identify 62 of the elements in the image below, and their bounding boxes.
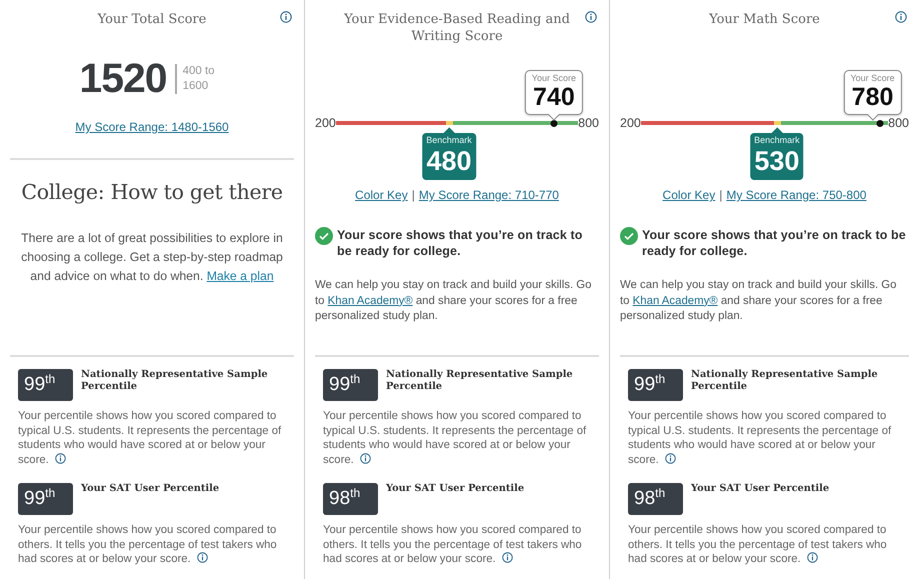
score-range-link[interactable]: My Score Range: 710-770 <box>418 188 559 202</box>
percentile-description: Your percentile shows how you scored compared to others. It tells you the percentage of test takers who had scores at or below your score. <box>323 523 583 566</box>
percentile-title: Your SAT User Percentile <box>81 483 220 496</box>
info-icon[interactable] <box>585 11 597 23</box>
study-paragraph: We can help you stay on track and build your skills. Go to Khan Academy® and share your scores for a free personalized study plan. <box>315 278 592 324</box>
section-title: Your Evidence-Based Reading and Writing Score <box>343 11 571 45</box>
color-key-link[interactable]: Color Key <box>355 188 408 202</box>
make-plan-link[interactable]: Make a plan <box>206 268 274 283</box>
khan-academy-link[interactable]: Khan Academy® <box>632 294 718 306</box>
benchmark-label: Benchmark <box>426 135 472 146</box>
info-icon[interactable] <box>502 552 513 563</box>
info-icon[interactable] <box>54 452 66 464</box>
benchmark-label: Benchmark <box>754 135 800 146</box>
percentile-description: Your percentile shows how you scored compared to typical U.S. students. It represents the percentage of students who would have scored at or below your score. <box>628 409 892 467</box>
percentile-title: Your SAT User Percentile <box>386 483 524 496</box>
section-title: Your Math Score <box>708 11 821 28</box>
benchmark-value: 480 <box>426 146 472 178</box>
percentile-title: Nationally Representative Sample Percentile <box>386 369 574 394</box>
score-range-link[interactable]: My Score Range: 1480-1560 <box>75 120 229 134</box>
scale-min: 200 <box>620 115 641 132</box>
study-paragraph: We can help you stay on track and build your skills. Go to Khan Academy® and share your scores for a free personalized study plan. <box>620 278 898 324</box>
score-scale-range: 400 to 1600 <box>174 64 225 94</box>
college-paragraph: There are a lot of great possibilities to explore in choosing a college. Get a step-by-step roadmap and advice on what to do when. Make a plan <box>20 230 284 285</box>
percentile-badge: 99$^{th}$ <box>18 369 73 401</box>
percentile-description: Your percentile shows how you scored compared to others. It tells you the percentage of test takers who had scores at or below your score. <box>18 523 278 566</box>
scale-min: 200 <box>315 115 336 132</box>
percentile-description: Your percentile shows how you scored compared to typical U.S. students. It represents the percentage of students who would have scored at or below your score. <box>323 409 588 467</box>
percentile-title: Your SAT User Percentile <box>691 483 830 496</box>
color-key-link[interactable]: Color Key <box>662 188 716 202</box>
on-track-message: Your score shows that you’re on track to be ready for college. <box>337 227 584 259</box>
on-track-message: Your score shows that you’re on track to be ready for college. <box>642 227 907 259</box>
percentile-badge: 99$^{th}$ <box>628 369 683 401</box>
percentile-description: Your percentile shows how you scored compared to typical U.S. students. It represents the percentage of students who would have scored at or below your score. <box>18 409 282 467</box>
info-icon[interactable] <box>806 552 818 563</box>
section-title: Your Total Score <box>96 11 208 28</box>
scale-max: 800 <box>888 115 909 132</box>
check-icon <box>620 227 638 245</box>
callout-label: Your Score <box>532 73 576 84</box>
link-separator: | <box>412 188 415 202</box>
link-separator: | <box>719 188 722 202</box>
info-icon[interactable] <box>895 11 907 23</box>
total-score: 1520 <box>79 58 167 99</box>
khan-academy-link[interactable]: Khan Academy® <box>328 294 413 306</box>
info-icon[interactable] <box>664 452 676 464</box>
info-icon[interactable] <box>280 11 292 23</box>
check-icon <box>315 227 333 245</box>
callout-label: Your Score <box>850 73 895 84</box>
callout-value: 740 <box>532 84 576 112</box>
percentile-title: Nationally Representative Sample Percentile <box>691 369 879 394</box>
benchmark-value: 530 <box>754 146 800 178</box>
percentile-description: Your percentile shows how you scored compared to others. It tells you the percentage of test takers who had scores at or below your score. <box>628 523 888 566</box>
percentile-title: Nationally Representative Sample Percentile <box>81 369 269 394</box>
percentile-badge: 98$^{th}$ <box>628 483 683 515</box>
percentile-badge: 98$^{th}$ <box>323 483 378 515</box>
percentile-badge: 99$^{th}$ <box>323 369 378 401</box>
percentile-badge: 99$^{th}$ <box>18 483 73 515</box>
callout-value: 780 <box>850 84 894 112</box>
info-icon[interactable] <box>360 452 371 464</box>
section-heading: College: How to get there <box>20 180 284 205</box>
score-range-link[interactable]: My Score Range: 750-800 <box>726 188 866 202</box>
info-icon[interactable] <box>196 552 208 563</box>
scale-max: 800 <box>578 115 599 132</box>
